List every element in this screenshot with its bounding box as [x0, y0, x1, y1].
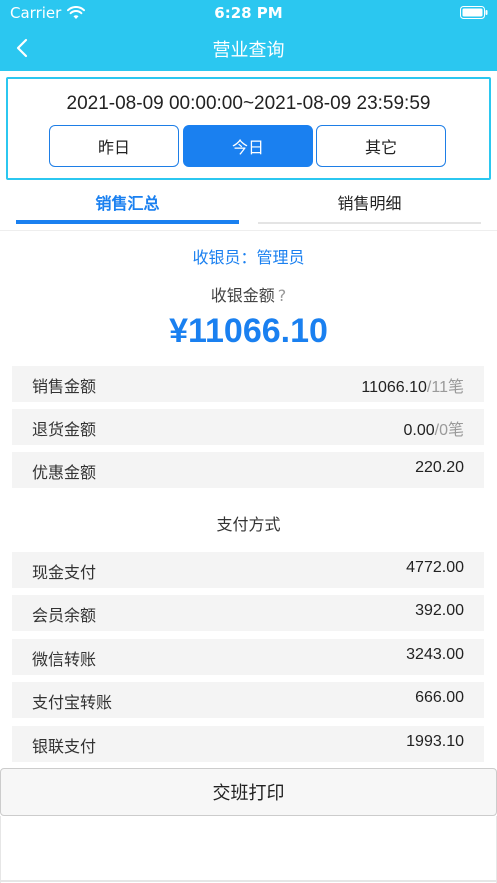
row-label: 会员余额 — [32, 606, 97, 625]
tab-active-indicator — [16, 220, 239, 224]
tab-inactive-indicator — [258, 222, 481, 224]
sales-amount-row: 销售金额 11066.10/11笔 — [12, 366, 484, 402]
row-value: 4772.00 — [406, 559, 464, 576]
status-time: 6:28 PM — [214, 4, 283, 22]
divider — [0, 230, 497, 231]
cash-amount-label-row: 收银金额? — [0, 282, 497, 306]
cash-amount-label: 收银金额 — [210, 286, 275, 305]
payment-row-unionpay: 银联支付 1993.10 — [12, 726, 484, 762]
header: Carrier 6:28 PM 营业查询 — [0, 0, 497, 71]
cashier-info: 收银员：管理员 — [0, 244, 497, 268]
row-label: 现金支付 — [32, 563, 97, 582]
today-button[interactable]: 今日 — [183, 125, 313, 167]
payment-row-alipay: 支付宝转账 666.00 — [12, 682, 484, 718]
page-title: 营业查询 — [212, 40, 285, 61]
nav-bar: 营业查询 — [0, 26, 497, 71]
payment-methods-title: 支付方式 — [216, 515, 281, 534]
row-value: 3243.00 — [406, 646, 464, 663]
date-range-text: 2021-08-09 00:00:00~2021-08-09 23:59:59 — [66, 93, 431, 114]
shift-print-button[interactable]: 交班打印 — [0, 768, 497, 816]
date-filter-panel: 2021-08-09 00:00:00~2021-08-09 23:59:59 … — [6, 77, 491, 180]
divider — [0, 816, 1, 883]
question-icon[interactable]: ? — [278, 286, 287, 305]
yesterday-button[interactable]: 昨日 — [49, 125, 179, 167]
divider — [0, 880, 497, 882]
payment-row-cash: 现金支付 4772.00 — [12, 552, 484, 588]
row-label: 微信转账 — [32, 650, 97, 669]
cashier-name: 管理员 — [256, 248, 305, 267]
cashier-label: 收银员： — [192, 248, 257, 267]
amount-value: 11066.10 — [361, 379, 427, 396]
row-value: 11066.10/11笔 — [361, 373, 464, 397]
tab-sales-detail[interactable]: 销售明细 — [258, 190, 481, 226]
order-count: 0笔 — [439, 422, 464, 439]
row-value: 220.20 — [415, 459, 464, 476]
other-date-button[interactable]: 其它 — [316, 125, 446, 167]
row-label: 银联支付 — [32, 737, 97, 756]
row-label: 支付宝转账 — [32, 693, 113, 712]
status-bar: Carrier 6:28 PM — [0, 0, 497, 26]
amount-value: 0.00 — [403, 422, 435, 439]
row-label: 销售金额 — [32, 377, 97, 396]
row-value: 666.00 — [415, 689, 464, 706]
battery-icon — [460, 6, 488, 19]
total-cash-amount: ¥11066.10 — [169, 312, 328, 350]
row-value: 1993.10 — [406, 733, 464, 750]
row-label: 优惠金额 — [32, 463, 97, 482]
discount-amount-row: 优惠金额 220.20 — [12, 452, 484, 488]
return-amount-row: 退货金额 0.00/0笔 — [12, 409, 484, 445]
row-value: 0.00/0笔 — [404, 416, 465, 440]
payment-row-member-balance: 会员余额 392.00 — [12, 595, 484, 631]
row-label: 退货金额 — [32, 420, 97, 439]
order-count: 11笔 — [431, 379, 464, 396]
payment-row-wechat: 微信转账 3243.00 — [12, 639, 484, 675]
row-value: 392.00 — [415, 602, 464, 619]
